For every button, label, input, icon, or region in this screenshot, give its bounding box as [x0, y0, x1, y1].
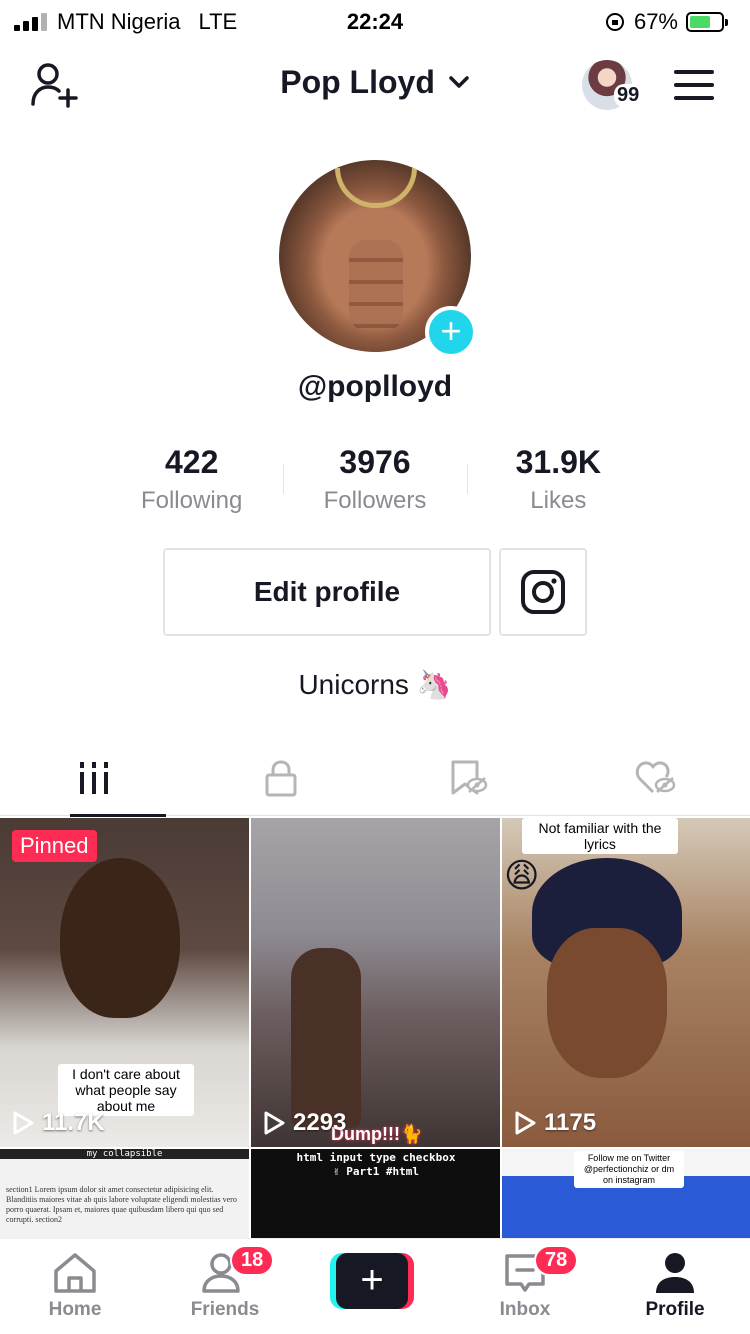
tab-liked[interactable] [563, 740, 750, 816]
play-icon [13, 1111, 34, 1135]
nav-label: Home [48, 1299, 102, 1320]
nav-profile[interactable]: Profile [600, 1239, 750, 1334]
nav-label: Profile [645, 1299, 705, 1320]
create-button[interactable]: + [330, 1253, 414, 1309]
top-nav: Pop Lloyd 99 [0, 44, 750, 126]
nav-label: Friends [190, 1299, 260, 1320]
stat-value: 3976 [339, 444, 411, 480]
video-caption: html input type checkbox ✌ Part1 #html [296, 1151, 456, 1178]
profile-bio: Unicorns 🦄 [298, 669, 452, 700]
stat-label: Followers [323, 487, 427, 514]
carrier-label: MTN Nigeria [57, 9, 181, 34]
view-count-value: 2293 [293, 1109, 347, 1136]
home-icon [54, 1253, 96, 1293]
friends-badge: 18 [230, 1245, 275, 1276]
video-thumbnail[interactable]: Not familiar with the lyrics 😩 1175 [502, 818, 750, 1147]
profile-tabs [0, 740, 750, 817]
view-count: 2293 [263, 1109, 346, 1137]
instagram-button[interactable] [499, 548, 587, 636]
view-count: 1175 [514, 1109, 596, 1137]
play-icon [515, 1111, 536, 1135]
pinned-badge: Pinned [12, 830, 97, 862]
profile-icon [656, 1253, 694, 1293]
inbox-badge: 78 [534, 1245, 579, 1276]
stat-following[interactable]: 422 Following [100, 444, 283, 520]
video-thumbnail[interactable]: my collapsible section1 Lorem ipsum dolo… [0, 1149, 249, 1238]
account-name: Pop Lloyd [280, 64, 435, 100]
add-story-plus-icon[interactable]: + [425, 306, 477, 358]
notification-count: 99 [614, 84, 643, 107]
video-caption: Not familiar with the lyrics [522, 818, 678, 854]
heart-hidden-icon [636, 761, 676, 794]
instagram-icon [521, 570, 565, 614]
signal-icon [14, 13, 47, 31]
video-thumbnail[interactable]: Pinned I don't care about what people sa… [0, 818, 249, 1147]
tab-private[interactable] [188, 740, 376, 816]
view-count-value: 11.7K [42, 1109, 105, 1136]
lock-icon [265, 760, 297, 797]
nav-inbox[interactable]: 78 Inbox [450, 1239, 600, 1334]
profile-stats: 422 Following 3976 Followers 31.9K Likes [100, 444, 650, 520]
stat-value: 31.9K [515, 444, 602, 480]
view-count-value: 1175 [544, 1109, 597, 1136]
plus-icon: + [336, 1253, 408, 1309]
play-icon [264, 1111, 285, 1135]
orientation-lock-icon [605, 13, 624, 31]
bookmark-hidden-icon [451, 760, 487, 795]
tab-favorites[interactable] [375, 740, 563, 816]
weary-face-emoji: 😩 [504, 857, 540, 895]
video-caption: my collapsible [0, 1149, 249, 1159]
view-count: 11.7K [12, 1109, 105, 1137]
stat-followers[interactable]: 3976 Followers [283, 444, 466, 520]
stat-label: Likes [530, 487, 587, 514]
bottom-nav: Home 18 Friends + 78 Inbox Profile [0, 1238, 750, 1334]
grid-icon [79, 762, 108, 794]
stat-label: Following [140, 487, 243, 514]
nav-create[interactable]: + [300, 1239, 450, 1334]
battery-percent: 67% [633, 9, 678, 34]
video-thumbnail[interactable]: Follow me on Twitter @perfectionchiz or … [502, 1149, 750, 1238]
status-bar: MTN Nigeria LTE 22:24 67% [0, 0, 750, 44]
stat-likes[interactable]: 31.9K Likes [466, 444, 650, 520]
tab-videos[interactable] [0, 740, 188, 817]
stat-value: 422 [164, 444, 219, 480]
video-thumbnail[interactable]: html input type checkbox ✌ Part1 #html [251, 1149, 500, 1238]
nav-home[interactable]: Home [0, 1239, 150, 1334]
menu-icon[interactable] [674, 70, 714, 100]
edit-profile-button[interactable]: Edit profile [163, 548, 491, 636]
nav-friends[interactable]: 18 Friends [150, 1239, 300, 1334]
chevron-down-icon [449, 75, 469, 88]
battery-icon [686, 12, 728, 32]
video-thumbnail[interactable]: Dump!!!🐈 2293 [251, 818, 500, 1147]
video-grid: Pinned I don't care about what people sa… [0, 818, 750, 1238]
nav-label: Inbox [499, 1299, 551, 1320]
profile-handle: @poplloyd [297, 370, 453, 403]
network-label: LTE [198, 9, 238, 34]
video-caption: Follow me on Twitter @perfectionchiz or … [574, 1151, 684, 1188]
video-screen-text: section1 Lorem ipsum dolor sit amet cons… [6, 1185, 237, 1224]
